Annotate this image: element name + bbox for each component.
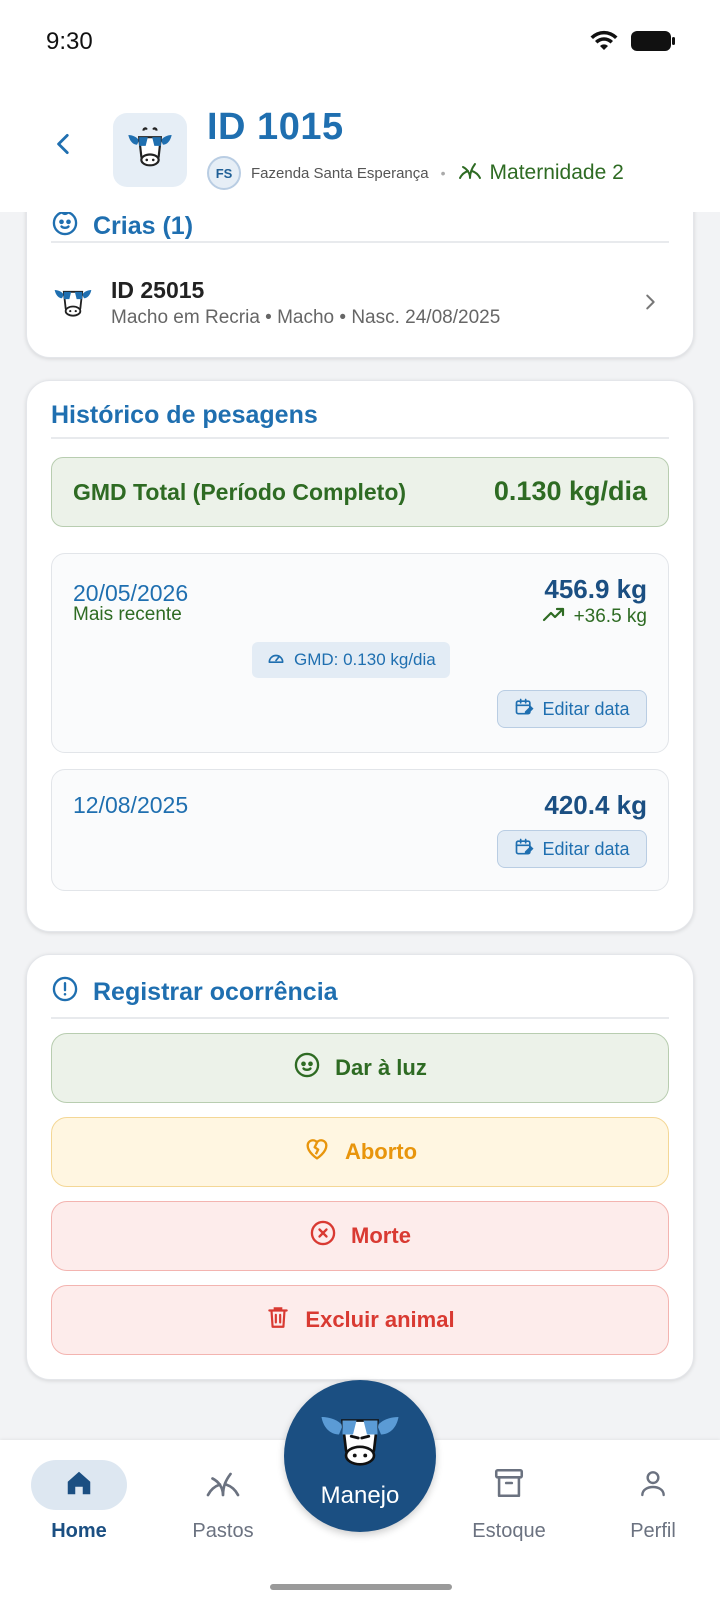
- weighing-weight: 420.4 kg: [544, 790, 647, 820]
- weight-delta-value: +36.5 kg: [573, 606, 647, 627]
- manejo-label: Manejo: [320, 1481, 400, 1509]
- separator-dot: •: [440, 165, 446, 181]
- nav-perfil-icon-wrap: [605, 1460, 701, 1510]
- weighing-date: 20/05/2026: [73, 580, 189, 606]
- animal-avatar: [113, 113, 187, 187]
- cria-id: ID 25015: [111, 277, 205, 303]
- divider: [51, 437, 669, 439]
- history-title: Histórico de pesagens: [51, 401, 318, 429]
- edit-date-label: Editar data: [542, 838, 630, 859]
- grass-icon: [205, 1468, 241, 1503]
- baby-face-icon: [51, 209, 79, 244]
- weighing-weight: 456.9 kg: [544, 574, 647, 604]
- header-subline: FS Fazenda Santa Esperança • Maternidade…: [207, 156, 624, 190]
- register-occurrence-card: Registrar ocorrência Dar à luz Aborto Mo…: [26, 954, 694, 1380]
- cria-description: Macho em Recria • Macho • Nasc. 24/08/20…: [111, 307, 501, 328]
- calendar-edit-icon: [514, 697, 534, 722]
- gmd-chip-label: GMD: 0.130 kg/dia: [294, 650, 436, 669]
- nav-perfil[interactable]: Perfil: [598, 1460, 708, 1560]
- pasture-link[interactable]: Maternidade 2: [458, 160, 624, 186]
- alert-circle-icon: [51, 975, 79, 1010]
- app-header: ID 1015 FS Fazenda Santa Esperança • Mat…: [0, 86, 720, 212]
- occurrence-title: Registrar ocorrência: [93, 978, 338, 1006]
- weight-delta: +36.5 kg: [542, 604, 647, 630]
- archive-box-icon: [492, 1466, 526, 1505]
- close-circle-icon: [309, 1219, 337, 1253]
- gmd-chip: GMD: 0.130 kg/dia: [252, 642, 450, 678]
- pasture-name: Maternidade 2: [489, 161, 624, 184]
- delete-animal-button[interactable]: Excluir animal: [51, 1285, 669, 1355]
- calendar-edit-icon: [514, 837, 534, 862]
- farm-name: Fazenda Santa Esperança: [251, 164, 429, 182]
- edit-date-label: Editar data: [542, 698, 630, 719]
- nav-pastos-label: Pastos: [192, 1520, 254, 1542]
- nav-estoque-label: Estoque: [472, 1520, 546, 1542]
- cow-icon: [318, 1403, 402, 1478]
- delete-animal-label: Excluir animal: [305, 1307, 455, 1332]
- edit-date-button[interactable]: Editar data: [497, 830, 647, 868]
- nav-pastos[interactable]: Pastos: [168, 1460, 278, 1560]
- abortion-button[interactable]: Aborto: [51, 1117, 669, 1187]
- cow-icon: [124, 122, 176, 179]
- speedometer-icon: [266, 648, 286, 673]
- chevron-left-icon: [51, 129, 77, 164]
- nav-pastos-icon-wrap: [175, 1460, 271, 1510]
- back-button[interactable]: [44, 126, 84, 166]
- divider: [51, 1017, 669, 1019]
- weighing-entry: 12/08/2025 420.4 kg Editar data: [51, 769, 669, 891]
- home-indicator-bar: [270, 1584, 452, 1590]
- weighing-entry: 20/05/2026 Mais recente 456.9 kg +36.5 k…: [51, 553, 669, 753]
- cow-icon: [51, 279, 95, 328]
- battery-icon: [630, 30, 676, 57]
- baby-face-icon: [293, 1051, 321, 1085]
- grass-icon: [458, 160, 490, 186]
- gmd-total-value: 0.130 kg/dia: [493, 476, 647, 506]
- wifi-icon: [590, 30, 618, 57]
- weighing-history-card: Histórico de pesagens GMD Total (Período…: [26, 380, 694, 932]
- page-title: ID 1015: [207, 106, 344, 148]
- crias-title: Crias (1): [93, 212, 194, 240]
- crias-header: Crias (1): [51, 209, 193, 244]
- death-label: Morte: [351, 1223, 411, 1248]
- person-icon: [637, 1467, 669, 1504]
- status-bar: 9:30: [0, 0, 720, 86]
- home-icon: [63, 1468, 95, 1503]
- weighing-subtitle: Mais recente: [73, 604, 182, 625]
- trash-icon: [265, 1303, 291, 1337]
- cria-list-item[interactable]: ID 25015 Macho em Recria • Macho • Nasc.…: [51, 271, 669, 339]
- chevron-right-icon: [639, 291, 661, 318]
- nav-perfil-label: Perfil: [630, 1520, 676, 1542]
- give-birth-label: Dar à luz: [335, 1055, 427, 1080]
- nav-estoque-icon-wrap: [461, 1460, 557, 1510]
- nav-home[interactable]: Home: [24, 1460, 134, 1560]
- gmd-total-label: GMD Total (Período Completo): [73, 479, 407, 505]
- nav-home-indicator: [31, 1460, 127, 1510]
- status-icons: [590, 30, 676, 57]
- trending-up-icon: [542, 604, 566, 630]
- weighing-date: 12/08/2025: [73, 792, 189, 818]
- gmd-total-banner: GMD Total (Período Completo) 0.130 kg/di…: [51, 457, 669, 527]
- give-birth-button[interactable]: Dar à luz: [51, 1033, 669, 1103]
- status-time: 9:30: [46, 28, 93, 55]
- divider: [51, 241, 669, 243]
- manejo-fab-button[interactable]: Manejo: [284, 1380, 436, 1532]
- edit-date-button[interactable]: Editar data: [497, 690, 647, 728]
- abortion-label: Aborto: [344, 1139, 418, 1164]
- nav-estoque[interactable]: Estoque: [454, 1460, 564, 1560]
- death-button[interactable]: Morte: [51, 1201, 669, 1271]
- occurrence-header: Registrar ocorrência: [51, 975, 338, 1010]
- nav-home-label: Home: [51, 1520, 107, 1542]
- broken-heart-icon: [303, 1135, 331, 1169]
- farm-initials-badge: FS: [207, 156, 241, 190]
- screen: Crias (1) ID 25015 Macho em Recria • Mac…: [0, 0, 720, 1606]
